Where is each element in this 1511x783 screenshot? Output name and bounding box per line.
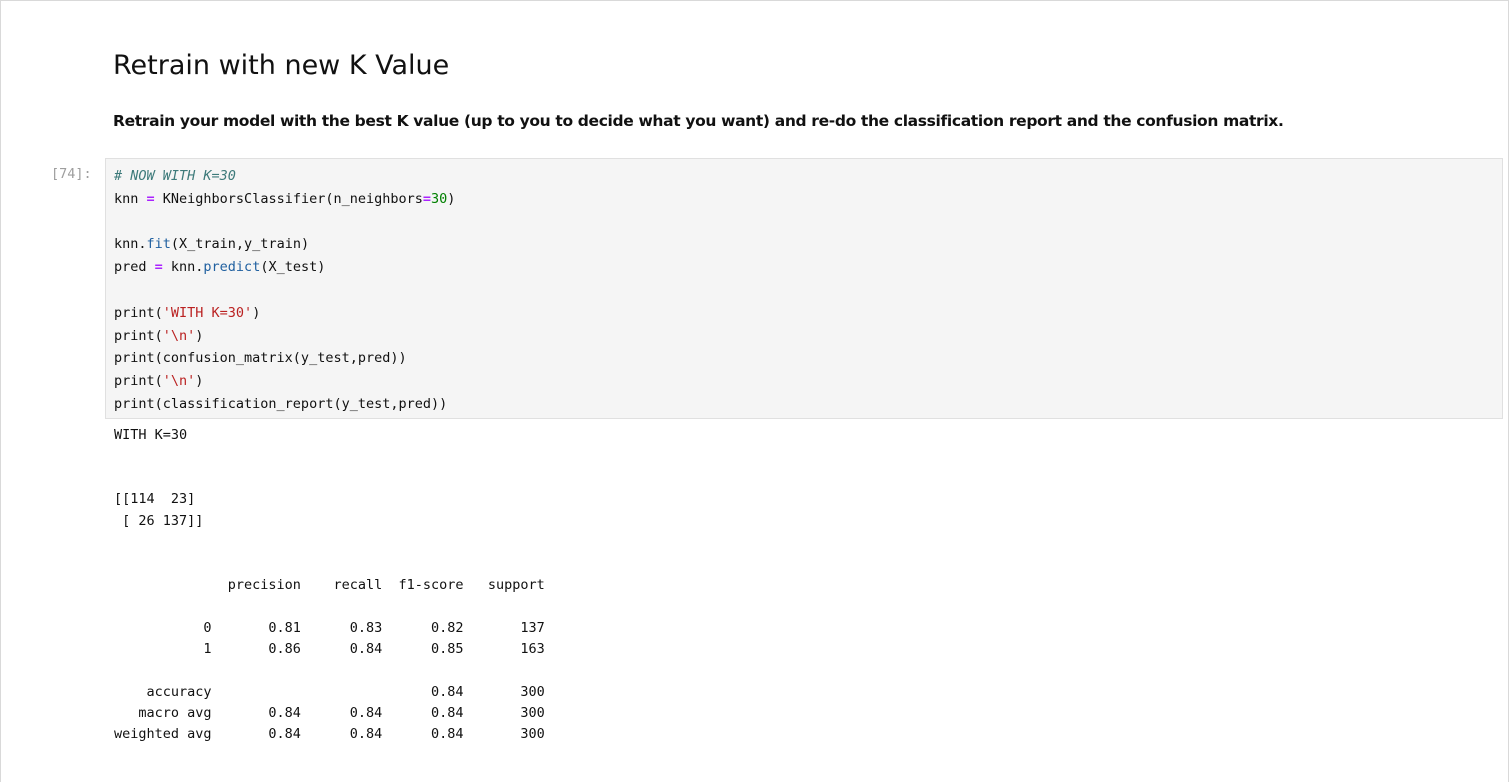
output-line: 1 0.86 0.84 0.85 163	[114, 640, 545, 657]
code-cell-editor[interactable]: # NOW WITH K=30 knn = KNeighborsClassifie…	[105, 158, 1503, 419]
cell-output: WITH K=30 [[114 23] [ 26 137]] precision …	[114, 425, 545, 746]
cell-execution-prompt: [74]:	[51, 166, 92, 182]
code-token: print(confusion_matrix(y_test,pred))	[114, 350, 407, 367]
code-line: print(confusion_matrix(y_test,pred))	[114, 347, 455, 370]
code-token: KNeighborsClassifier(n_neighbors	[154, 190, 423, 207]
code-line: # NOW WITH K=30	[114, 165, 455, 188]
output-line: weighted avg 0.84 0.84 0.84 300	[114, 726, 545, 743]
output-line: [[114 23]	[114, 491, 196, 508]
notebook-page: Retrain with new K Value Retrain your mo…	[0, 0, 1509, 782]
code-line: knn = KNeighborsClassifier(n_neighbors=3…	[114, 188, 455, 211]
code-line: print('\n')	[114, 325, 455, 348]
code-token-op: =	[146, 190, 155, 207]
code-token: knn.	[162, 259, 204, 276]
output-line: 0 0.81 0.83 0.82 137	[114, 619, 545, 636]
code-token: print(classification_report(y_test,pred)…	[114, 395, 448, 412]
code-token: knn	[114, 190, 147, 207]
code-line: knn.fit(X_train,y_train)	[114, 233, 455, 256]
code-token-op: =	[422, 190, 432, 207]
code-token: )	[252, 304, 261, 321]
code-token-str: '\n'	[162, 373, 196, 390]
code-line: print('\n')	[114, 370, 455, 393]
code-token-str: '\n'	[162, 327, 196, 344]
output-line: WITH K=30	[114, 427, 188, 443]
output-line: macro avg 0.84 0.84 0.84 300	[114, 705, 545, 722]
code-token-op: =	[154, 259, 163, 276]
output-line: [ 26 137]]	[114, 512, 204, 529]
code-line: print('WITH K=30')	[114, 302, 455, 325]
code-line: print(classification_report(y_test,pred)…	[114, 393, 455, 416]
code-token: print(	[114, 304, 163, 321]
code-token: (X_train,y_train)	[170, 236, 310, 253]
code-token: )	[195, 373, 204, 390]
code-token: pred	[114, 259, 155, 276]
code-line: pred = knn.predict(X_test)	[114, 256, 455, 279]
code-token-str: 'WITH K=30'	[162, 304, 253, 321]
code-token: knn.	[114, 236, 147, 253]
code-token-prop: predict	[203, 259, 261, 276]
markdown-instruction: Retrain your model with the best K value…	[113, 112, 1284, 130]
code-token: print(	[114, 327, 163, 344]
code-token: (X_test)	[260, 259, 326, 276]
code-token-num: 30	[431, 190, 448, 207]
code-token-prop: fit	[146, 236, 171, 253]
output-line: precision recall f1-score support	[114, 576, 545, 593]
code-token: )	[195, 327, 204, 344]
code-token: )	[447, 190, 456, 207]
code-token-comment: # NOW WITH K=30	[114, 168, 236, 184]
code-lines[interactable]: # NOW WITH K=30 knn = KNeighborsClassifie…	[114, 165, 455, 416]
code-token: print(	[114, 373, 163, 390]
output-line: accuracy 0.84 300	[114, 683, 545, 700]
markdown-heading: Retrain with new K Value	[113, 50, 450, 81]
